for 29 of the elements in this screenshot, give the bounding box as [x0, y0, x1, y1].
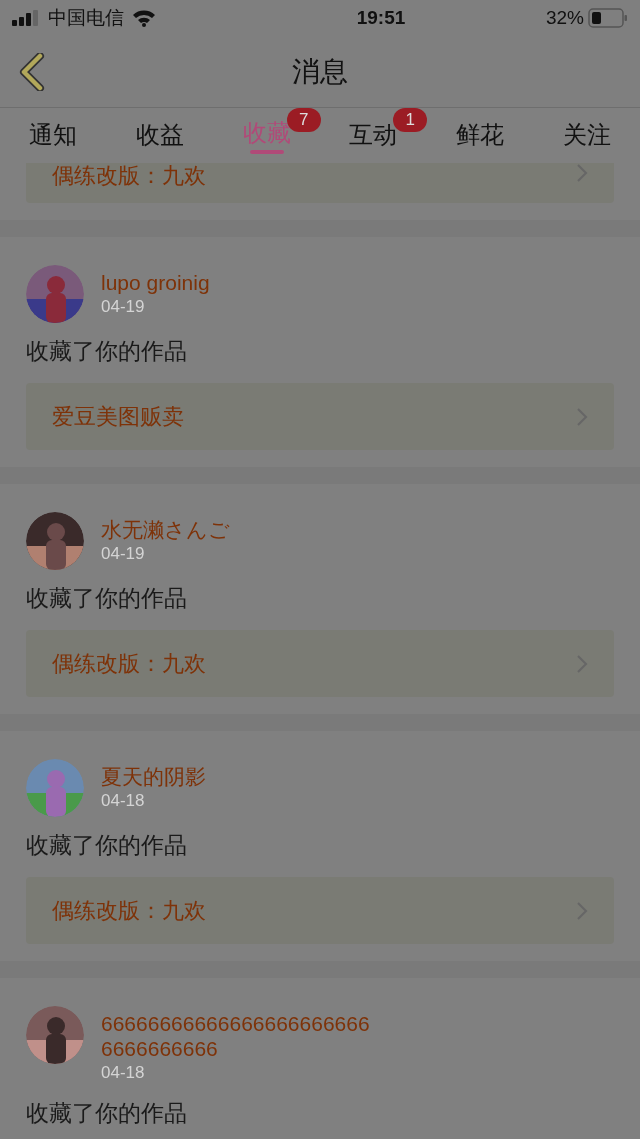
- action-text: 收藏了你的作品: [26, 337, 187, 366]
- date: 04-19: [101, 543, 146, 565]
- clock-time: 19:51: [356, 5, 406, 30]
- work-link[interactable]: 偶练改版：九欢: [26, 877, 614, 944]
- user-name[interactable]: 666666666666666666666666666666666: [101, 1011, 370, 1061]
- user-name[interactable]: 夏天的阴影: [101, 764, 370, 789]
- work-link[interactable]: 爱豆美图贩卖: [26, 383, 614, 450]
- tab[interactable]: 鲜花: [456, 114, 504, 160]
- date: 04-18: [101, 790, 146, 812]
- wifi-icon: [132, 9, 156, 27]
- date: 04-19: [101, 296, 146, 318]
- user-name[interactable]: 水无濑さんご: [101, 517, 370, 542]
- action-text: 收藏了你的作品: [26, 1099, 187, 1128]
- back-chevron-icon: [18, 53, 46, 91]
- work-link[interactable]: 偶练改版：九欢: [26, 630, 614, 697]
- battery-percent: 32%: [545, 5, 584, 30]
- page-title: 消息: [292, 54, 348, 89]
- tab[interactable]: 通知: [29, 114, 78, 160]
- user-name[interactable]: lupo groinig: [101, 270, 370, 295]
- signal-icon: [12, 10, 40, 26]
- action-text: 收藏了你的作品: [26, 831, 187, 860]
- action-text: 收藏了你的作品: [26, 584, 187, 613]
- tab[interactable]: 收益: [136, 114, 184, 160]
- date: 04-18: [101, 1062, 146, 1084]
- battery-icon: [588, 8, 628, 28]
- carrier-name: 中国电信: [48, 5, 124, 30]
- work-link[interactable]: 偶练改版：九欢: [26, 163, 614, 203]
- chevron-right-icon: [576, 163, 588, 183]
- tab[interactable]: 关注: [562, 114, 611, 160]
